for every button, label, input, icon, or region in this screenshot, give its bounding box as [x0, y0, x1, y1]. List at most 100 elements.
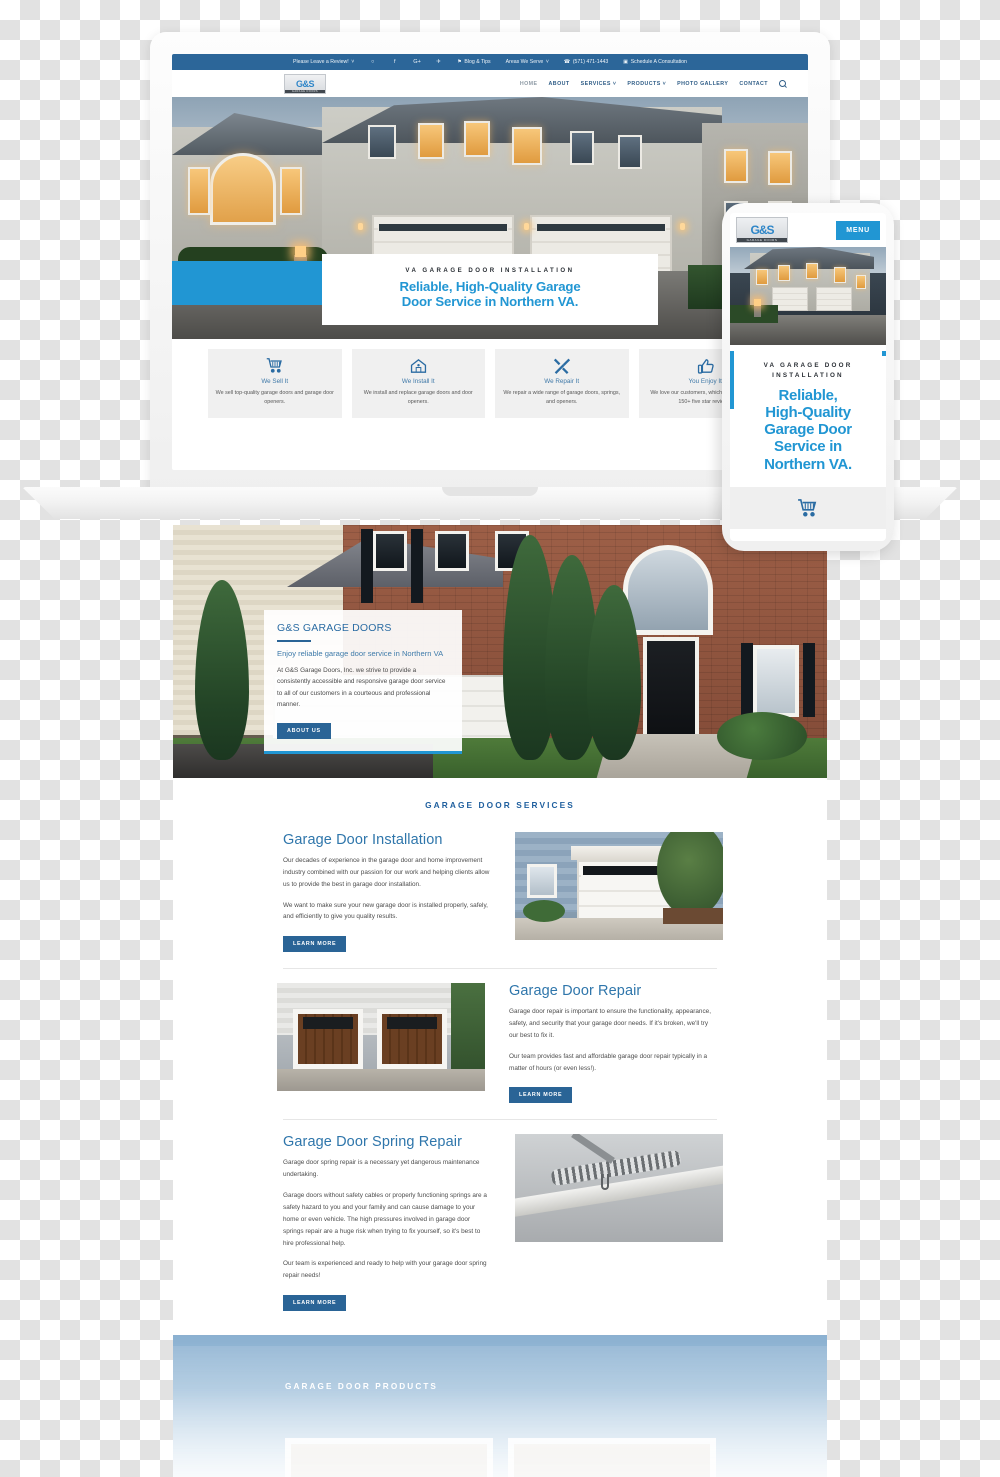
chevron-down-icon: ˅ — [545, 59, 549, 65]
about-title: G&S GARAGE DOORS — [277, 622, 392, 634]
mobile-accent-bar-left — [730, 351, 734, 409]
feature-title: We Sell It — [261, 378, 289, 385]
feature-text: We sell top-quality garage doors and gar… — [215, 390, 334, 406]
service-paragraph-3: Our team is experienced and ready to hel… — [283, 1260, 487, 1280]
hero-section: VA GARAGE DOOR INSTALLATION Reliable, Hi… — [172, 97, 808, 339]
tools-wrench-screwdriver-icon — [502, 357, 622, 374]
mobile-headline-line-1: Reliable, — [778, 387, 838, 405]
mobile-brand-logo-subtext: GARAGE DOORS — [737, 238, 787, 242]
mobile-eyebrow-line-2: INSTALLATION — [772, 372, 844, 380]
hero-headline: Reliable, High-Quality Garage Door Servi… — [338, 279, 642, 310]
areas-we-serve-link[interactable]: Areas We Serve ˅ — [506, 59, 549, 65]
nav-item-home[interactable]: HOME — [520, 81, 538, 87]
dribbble-icon[interactable]: ○ — [369, 59, 376, 65]
mobile-headline-line-3: Garage Door — [764, 421, 852, 439]
about-card: G&S GARAGE DOORS Enjoy reliable garage d… — [264, 610, 462, 755]
service-row-repair: Garage Door Repair Garage door repair is… — [173, 983, 827, 1104]
mobile-brand-logo-text: G&S — [750, 223, 774, 237]
products-eyebrow: GARAGE DOOR PRODUCTS — [285, 1382, 438, 1392]
feature-title: We Install It — [401, 378, 435, 385]
service-paragraph-2: We want to make sure your new garage doo… — [283, 901, 488, 921]
services-eyebrow: GARAGE DOOR SERVICES — [425, 800, 575, 810]
mobile-hero-photo — [730, 247, 886, 345]
areas-we-serve-label: Areas We Serve — [505, 59, 544, 65]
facebook-icon[interactable]: f — [391, 59, 398, 65]
feature-text: We install and replace garage doors and … — [363, 390, 473, 406]
service-paragraph-2: Our team provides fast and affordable ga… — [509, 1052, 708, 1072]
nav-item-services[interactable]: SERVICES ˅ — [581, 81, 617, 87]
mobile-eyebrow-line-1: VA GARAGE DOOR — [763, 362, 853, 369]
feature-text: We repair a wide range of garage doors, … — [503, 390, 621, 406]
mobile-menu-button[interactable]: MENU — [836, 220, 880, 240]
service-paragraph-1: Garage door spring repair is a necessary… — [283, 1159, 480, 1179]
service-paragraph-2: Garage doors without safety cables or pr… — [283, 1192, 487, 1247]
hero-card: VA GARAGE DOOR INSTALLATION Reliable, Hi… — [322, 253, 658, 325]
twitter-icon[interactable]: ✈ — [435, 59, 442, 65]
about-us-button[interactable]: ABOUT US — [277, 723, 331, 740]
hero-headline-line-2: Door Service in Northern VA. — [401, 294, 579, 310]
mobile-hero-headline: Reliable, High-Quality Garage Door Servi… — [740, 387, 876, 472]
nav-item-about[interactable]: ABOUT — [549, 81, 570, 87]
service-title-repair: Garage Door Repair — [509, 983, 642, 1000]
flag-icon: ⚑ — [457, 59, 462, 65]
feature-box-we-repair-it[interactable]: We Repair It We repair a wide range of g… — [495, 349, 629, 418]
feature-box-we-sell-it[interactable]: We Sell It We sell top-quality garage do… — [208, 349, 342, 418]
blog-tips-link[interactable]: ⚑ Blog & Tips — [457, 59, 490, 65]
service-paragraph-1: Our decades of experience in the garage … — [283, 857, 490, 888]
brand-logo-subtext: GARAGE DOORS — [285, 89, 325, 93]
mobile-brand-logo[interactable]: G&S GARAGE DOORS — [736, 217, 788, 243]
nav-item-contact[interactable]: CONTACT — [739, 81, 768, 87]
mobile-hero-card: VA GARAGE DOOR INSTALLATION Reliable, Hi… — [730, 345, 886, 487]
feature-title: We Repair It — [544, 378, 580, 385]
website-page-column: G&S GARAGE DOORS Enjoy reliable garage d… — [173, 525, 827, 1477]
shopping-cart-icon — [797, 498, 819, 517]
top-utility-bar: Please Leave a Review! ˅ ○ f G+ ✈ ⚑ Blog… — [172, 54, 808, 70]
section-divider — [283, 1119, 717, 1121]
leave-review-link[interactable]: Please Leave a Review! ˅ — [293, 59, 354, 65]
phone-screen: G&S GARAGE DOORS MENU VA GARAGE DOOR INS… — [730, 213, 886, 541]
feature-boxes: We Sell It We sell top-quality garage do… — [172, 339, 808, 432]
products-section: GARAGE DOOR PRODUCTS — [173, 1335, 827, 1477]
mobile-headline-line-2: High-Quality — [765, 404, 851, 422]
brand-logo[interactable]: G&S GARAGE DOORS — [284, 73, 326, 94]
service-title-installation: Garage Door Installation — [283, 832, 443, 848]
hero-eyebrow: VA GARAGE DOOR INSTALLATION — [405, 266, 575, 274]
service-title-spring-repair: Garage Door Spring Repair — [283, 1134, 463, 1151]
nav-item-photo-gallery[interactable]: PHOTO GALLERY — [677, 81, 728, 87]
service-row-spring-repair: Garage Door Spring Repair Garage door sp… — [173, 1134, 827, 1312]
service-image-installation — [515, 832, 723, 940]
service-image-repair — [277, 983, 485, 1092]
service-text-repair: Garage Door Repair Garage door repair is… — [509, 983, 717, 1104]
mobile-accent-bar-right — [882, 351, 886, 356]
brand-logo-text: G&S — [295, 78, 315, 89]
mobile-navbar: G&S GARAGE DOORS MENU — [730, 213, 886, 247]
product-card[interactable] — [285, 1438, 493, 1477]
main-navbar: G&S GARAGE DOORS HOME ABOUT SERVICES ˅ P… — [172, 70, 808, 97]
phone-mockup: G&S GARAGE DOORS MENU VA GARAGE DOOR INS… — [722, 203, 894, 551]
about-body: At G&S Garage Doors, Inc. we strive to p… — [277, 667, 446, 708]
learn-more-button-spring-repair[interactable]: LEARN MORE — [283, 1295, 347, 1312]
learn-more-button-installation[interactable]: LEARN MORE — [283, 936, 347, 953]
chevron-down-icon: ˅ — [612, 80, 617, 87]
schedule-consultation-link[interactable]: ▣ Schedule A Consultation — [623, 59, 687, 65]
service-row-installation: Garage Door Installation Our decades of … — [173, 832, 827, 953]
services-section: GARAGE DOOR SERVICES Garage Door Install… — [173, 778, 827, 1336]
hero-headline-line-1: Reliable, High-Quality Garage — [399, 278, 581, 294]
shopping-cart-icon — [215, 357, 335, 374]
about-subtitle: Enjoy reliable garage door service in No… — [277, 649, 444, 658]
chevron-down-icon: ˅ — [662, 80, 667, 87]
search-icon[interactable] — [779, 80, 786, 87]
google-plus-icon[interactable]: G+ — [413, 59, 421, 65]
feature-box-we-install-it[interactable]: We Install It We install and replace gar… — [351, 349, 485, 418]
service-image-spring-repair — [515, 1134, 723, 1243]
service-text-installation: Garage Door Installation Our decades of … — [283, 832, 491, 953]
primary-nav: HOME ABOUT SERVICES ˅ PRODUCTS ˅ PHOTO G… — [520, 80, 786, 87]
mobile-feature-strip — [730, 486, 886, 529]
nav-item-products[interactable]: PRODUCTS ˅ — [627, 81, 666, 87]
calendar-icon: ▣ — [623, 59, 629, 65]
phone-link[interactable]: ☎ (571) 471-1443 — [564, 59, 608, 65]
product-card[interactable] — [508, 1438, 716, 1477]
blog-tips-label: Blog & Tips — [464, 59, 491, 65]
house-install-icon — [359, 357, 479, 374]
learn-more-button-repair[interactable]: LEARN MORE — [509, 1087, 573, 1104]
